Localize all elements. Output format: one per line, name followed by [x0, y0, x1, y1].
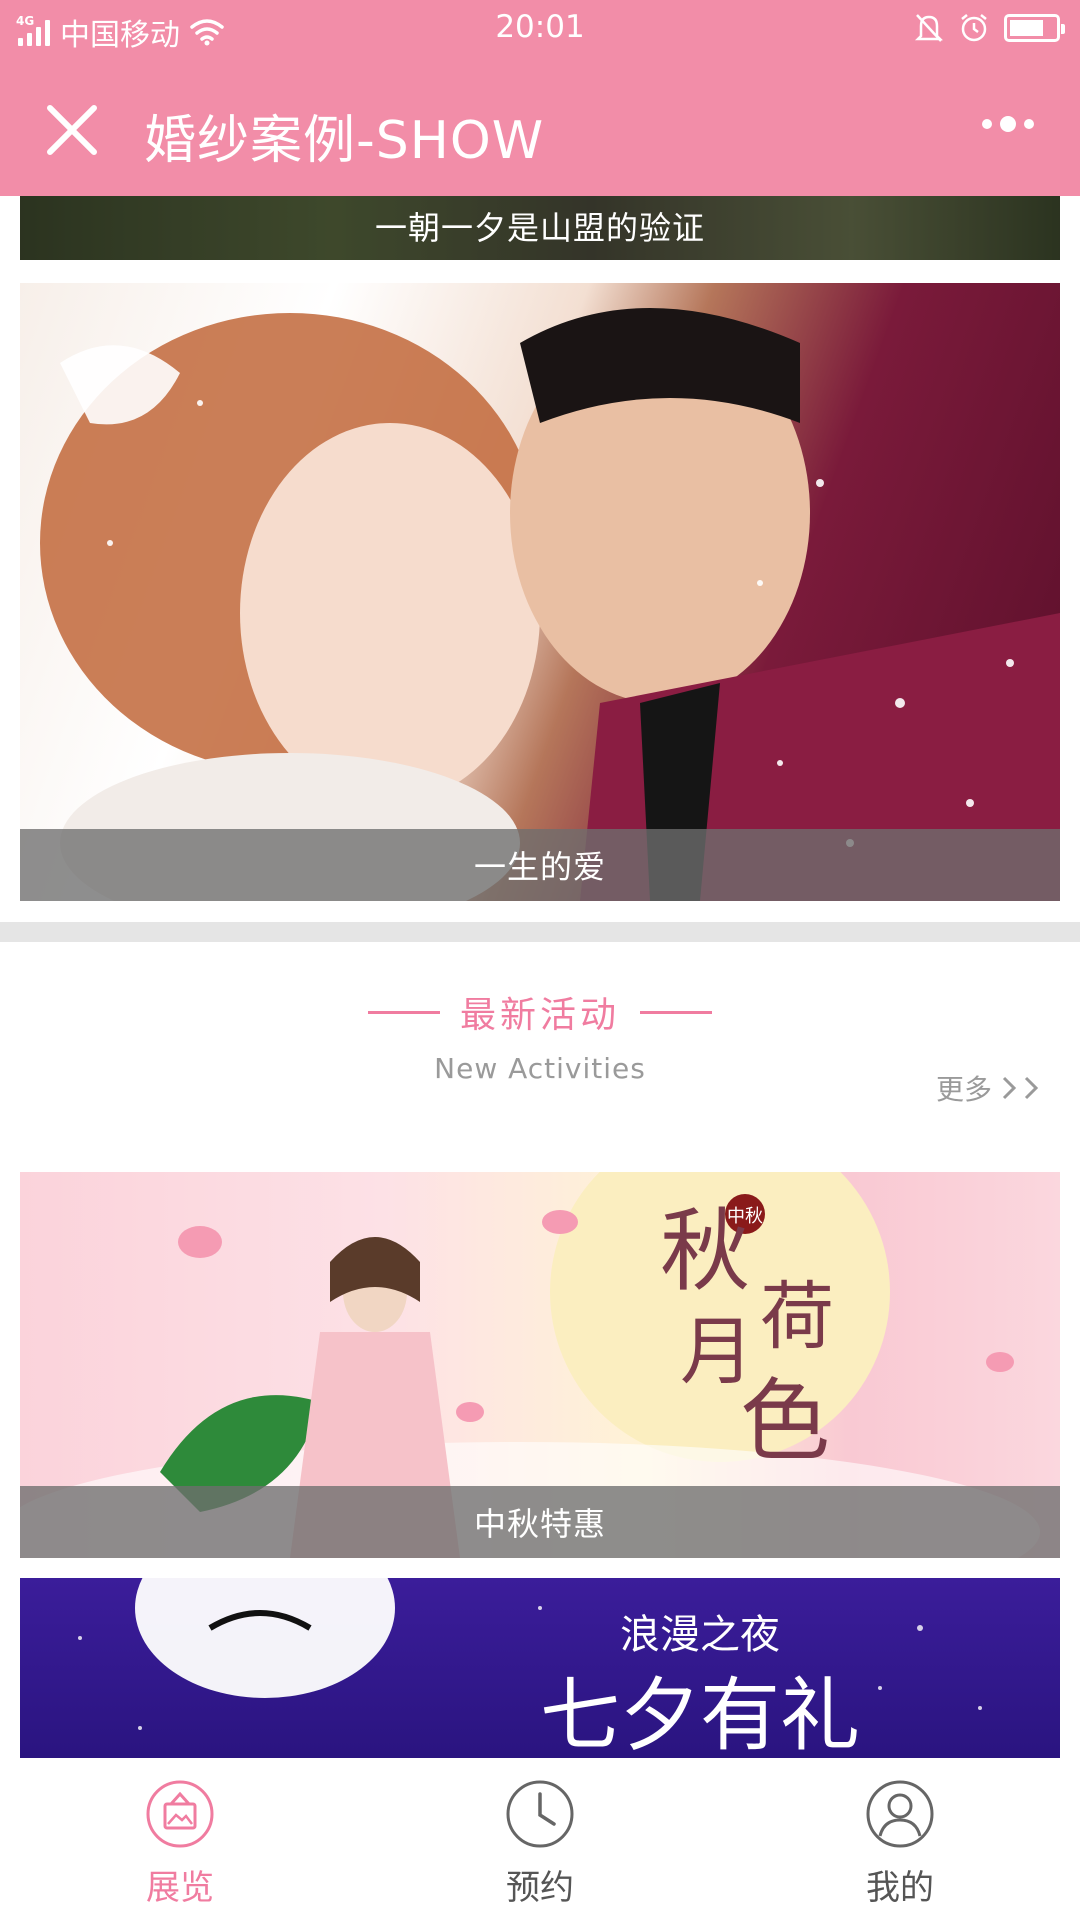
scroll-content[interactable]: 一朝一夕是山盟的验证 一生的爱 最新活动 New Activities 更多 中… — [0, 196, 1080, 1758]
page-title: 婚纱案例-SHOW — [144, 111, 545, 171]
case-card[interactable]: 一生的爱 — [20, 283, 1060, 901]
case-caption: 一朝一夕是山盟的验证 — [20, 196, 1060, 260]
tab-exhibition[interactable]: 展览 — [0, 1758, 360, 1920]
title-line-left — [367, 1010, 440, 1014]
status-right — [914, 12, 1065, 44]
tab-booking[interactable]: 预约 — [360, 1758, 720, 1920]
section-subtitle: New Activities — [434, 1052, 646, 1085]
section-title: 最新活动 — [459, 995, 620, 1036]
battery-fill — [1010, 20, 1043, 36]
alarm-icon — [961, 14, 987, 42]
banner-qixi-gift: 七夕有礼 — [540, 1669, 860, 1758]
activity-card[interactable]: 中秋 秋 月 荷 色 中秋特惠 — [20, 1172, 1060, 1558]
banner-calligraphy-3: 荷 — [760, 1274, 834, 1360]
case-card[interactable]: 一朝一夕是山盟的验证 — [20, 196, 1060, 260]
activities-section-header: 最新活动 New Activities — [0, 986, 1080, 1085]
title-line-right — [640, 1010, 712, 1014]
tab-label: 预约 — [506, 1868, 574, 1908]
section-divider — [0, 922, 1080, 942]
banner-romantic-night: 浪漫之夜 — [620, 1612, 780, 1658]
more-options-button[interactable] — [982, 116, 1034, 132]
clock-icon — [506, 1780, 574, 1848]
qixi-banner: 浪漫之夜 七夕有礼 — [78, 1578, 982, 1758]
tab-mine[interactable]: 我的 — [720, 1758, 1080, 1920]
nav-bar: 婚纱案例-SHOW — [0, 58, 1080, 196]
close-icon[interactable] — [44, 102, 100, 158]
banner-calligraphy-1: 秋 — [660, 1199, 750, 1304]
double-chevron-right-icon — [1002, 1076, 1039, 1100]
more-label: 更多 — [935, 1073, 992, 1106]
battery-icon — [1004, 14, 1065, 42]
exhibition-icon — [146, 1780, 214, 1848]
user-icon — [866, 1780, 934, 1848]
section-title-row: 最新活动 — [0, 986, 1080, 1038]
case-caption: 一生的爱 — [20, 829, 1060, 901]
app-screen: 4G 中国移动 20:01 婚纱案例-SHOW 一朝一夕是山盟的验证 一生的爱 … — [0, 0, 1080, 1920]
tab-label: 展览 — [146, 1868, 214, 1908]
more-link[interactable]: 更多 — [936, 1068, 1044, 1108]
activity-card[interactable]: 浪漫之夜 七夕有礼 — [20, 1578, 1060, 1758]
tab-label: 我的 — [866, 1868, 934, 1908]
status-bar: 4G 中国移动 20:01 — [0, 0, 1080, 58]
tab-bar: 展览 预约 我的 — [0, 1758, 1080, 1920]
couple-photo — [40, 308, 1060, 901]
activity-caption: 中秋特惠 — [20, 1486, 1060, 1558]
banner-calligraphy-4: 色 — [740, 1369, 830, 1474]
mute-bell-icon — [914, 14, 944, 42]
